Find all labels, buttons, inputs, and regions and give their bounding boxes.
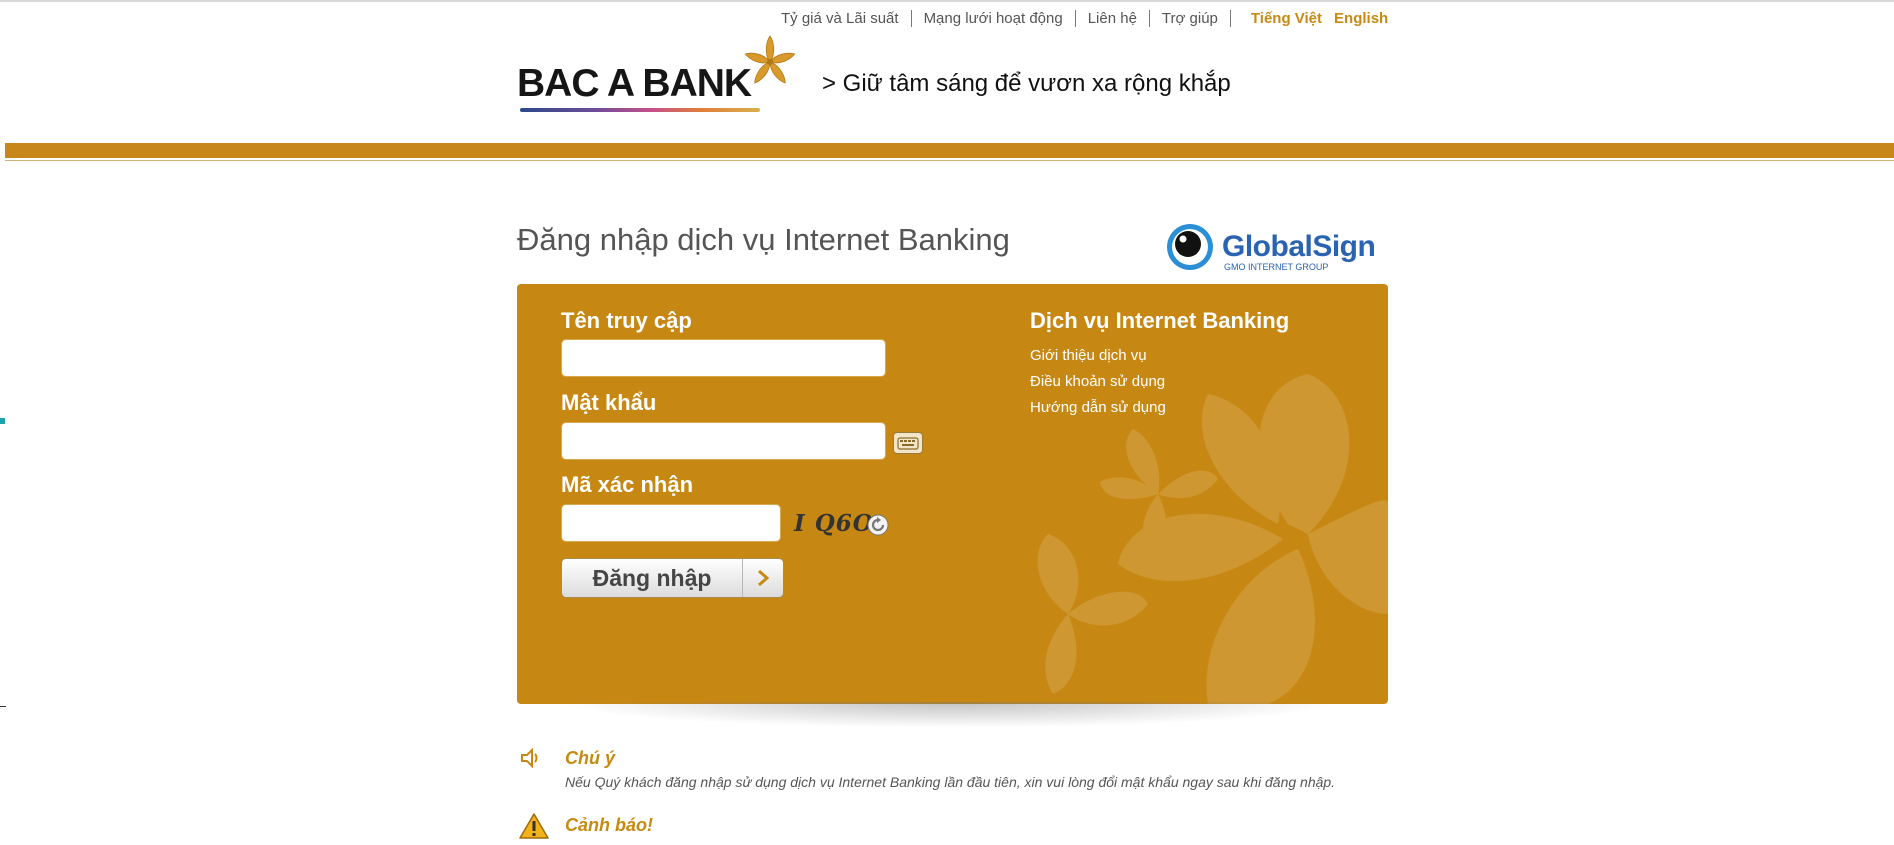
top-link-rates[interactable]: Tỷ giá và Lãi suất bbox=[781, 10, 899, 27]
services-title: Dịch vụ Internet Banking bbox=[1030, 308, 1290, 333]
logo-flower-icon bbox=[744, 35, 796, 84]
speaker-icon bbox=[521, 747, 538, 769]
header-divider-bar bbox=[5, 143, 1894, 158]
warning-triangle-icon bbox=[519, 813, 549, 839]
notice-text: Nếu Quý khách đăng nhập sử dụng dịch vụ … bbox=[565, 774, 1336, 790]
globalsign-eye-icon bbox=[1167, 224, 1213, 270]
password-input[interactable] bbox=[561, 422, 886, 460]
warning-title: Cảnh báo! bbox=[565, 815, 653, 835]
top-border bbox=[0, 0, 1894, 2]
notice-title: Chú ý bbox=[565, 748, 616, 768]
logo-gradient-underline bbox=[520, 108, 760, 112]
logo-wordmark: BAC A BANK bbox=[517, 62, 752, 105]
username-input[interactable] bbox=[561, 339, 886, 377]
divider bbox=[1074, 9, 1076, 27]
brand-slogan: > Giữ tâm sáng để vươn xa rộng khắp bbox=[822, 70, 1231, 97]
panel-shadow bbox=[560, 702, 1340, 728]
chevron-right-icon bbox=[743, 559, 783, 597]
edge-marker bbox=[0, 418, 5, 424]
service-link-terms[interactable]: Điều khoản sử dụng bbox=[1030, 373, 1165, 390]
top-link-contact[interactable]: Liên hệ bbox=[1088, 10, 1137, 27]
service-link-guide[interactable]: Hướng dẫn sử dụng bbox=[1030, 399, 1166, 416]
lang-english-link[interactable]: English bbox=[1334, 10, 1388, 27]
page-title: Đăng nhập dịch vụ Internet Banking bbox=[517, 222, 1010, 257]
top-link-network[interactable]: Mạng lưới hoạt động bbox=[924, 10, 1063, 27]
refresh-captcha-icon[interactable] bbox=[866, 513, 890, 537]
globalsign-seal[interactable]: GlobalSign GMO INTERNET GROUP bbox=[1165, 222, 1389, 272]
username-label: Tên truy cập bbox=[561, 308, 692, 333]
captcha-label: Mã xác nhận bbox=[561, 472, 694, 497]
password-label: Mật khẩu bbox=[561, 390, 657, 415]
captcha-image: I Q6O bbox=[794, 510, 874, 537]
login-panel: Tên truy cập Mật khẩu Mã xác nhận I Q6O … bbox=[517, 284, 1388, 704]
header-divider-line bbox=[5, 160, 1894, 161]
divider bbox=[1148, 9, 1150, 27]
top-utility-nav: Tỷ giá và Lãi suất Mạng lưới hoạt động L… bbox=[781, 8, 1388, 28]
globalsign-wordmark: GlobalSign bbox=[1222, 230, 1376, 263]
virtual-keyboard-icon[interactable] bbox=[893, 432, 923, 454]
edge-marker bbox=[0, 706, 6, 707]
decorative-flower-icon bbox=[1037, 374, 1388, 704]
top-link-help[interactable]: Trợ giúp bbox=[1162, 10, 1218, 27]
divider bbox=[910, 9, 912, 27]
login-button-label: Đăng nhập bbox=[562, 559, 743, 597]
divider bbox=[1229, 9, 1231, 27]
captcha-input[interactable] bbox=[561, 504, 781, 542]
login-button[interactable]: Đăng nhập bbox=[561, 558, 784, 598]
globalsign-subtitle: GMO INTERNET GROUP bbox=[1224, 262, 1329, 272]
service-link-intro[interactable]: Giới thiệu dịch vụ bbox=[1030, 347, 1147, 364]
bank-logo[interactable]: BAC A BANK bbox=[516, 34, 796, 118]
lang-vietnamese-link[interactable]: Tiếng Việt bbox=[1251, 10, 1322, 27]
